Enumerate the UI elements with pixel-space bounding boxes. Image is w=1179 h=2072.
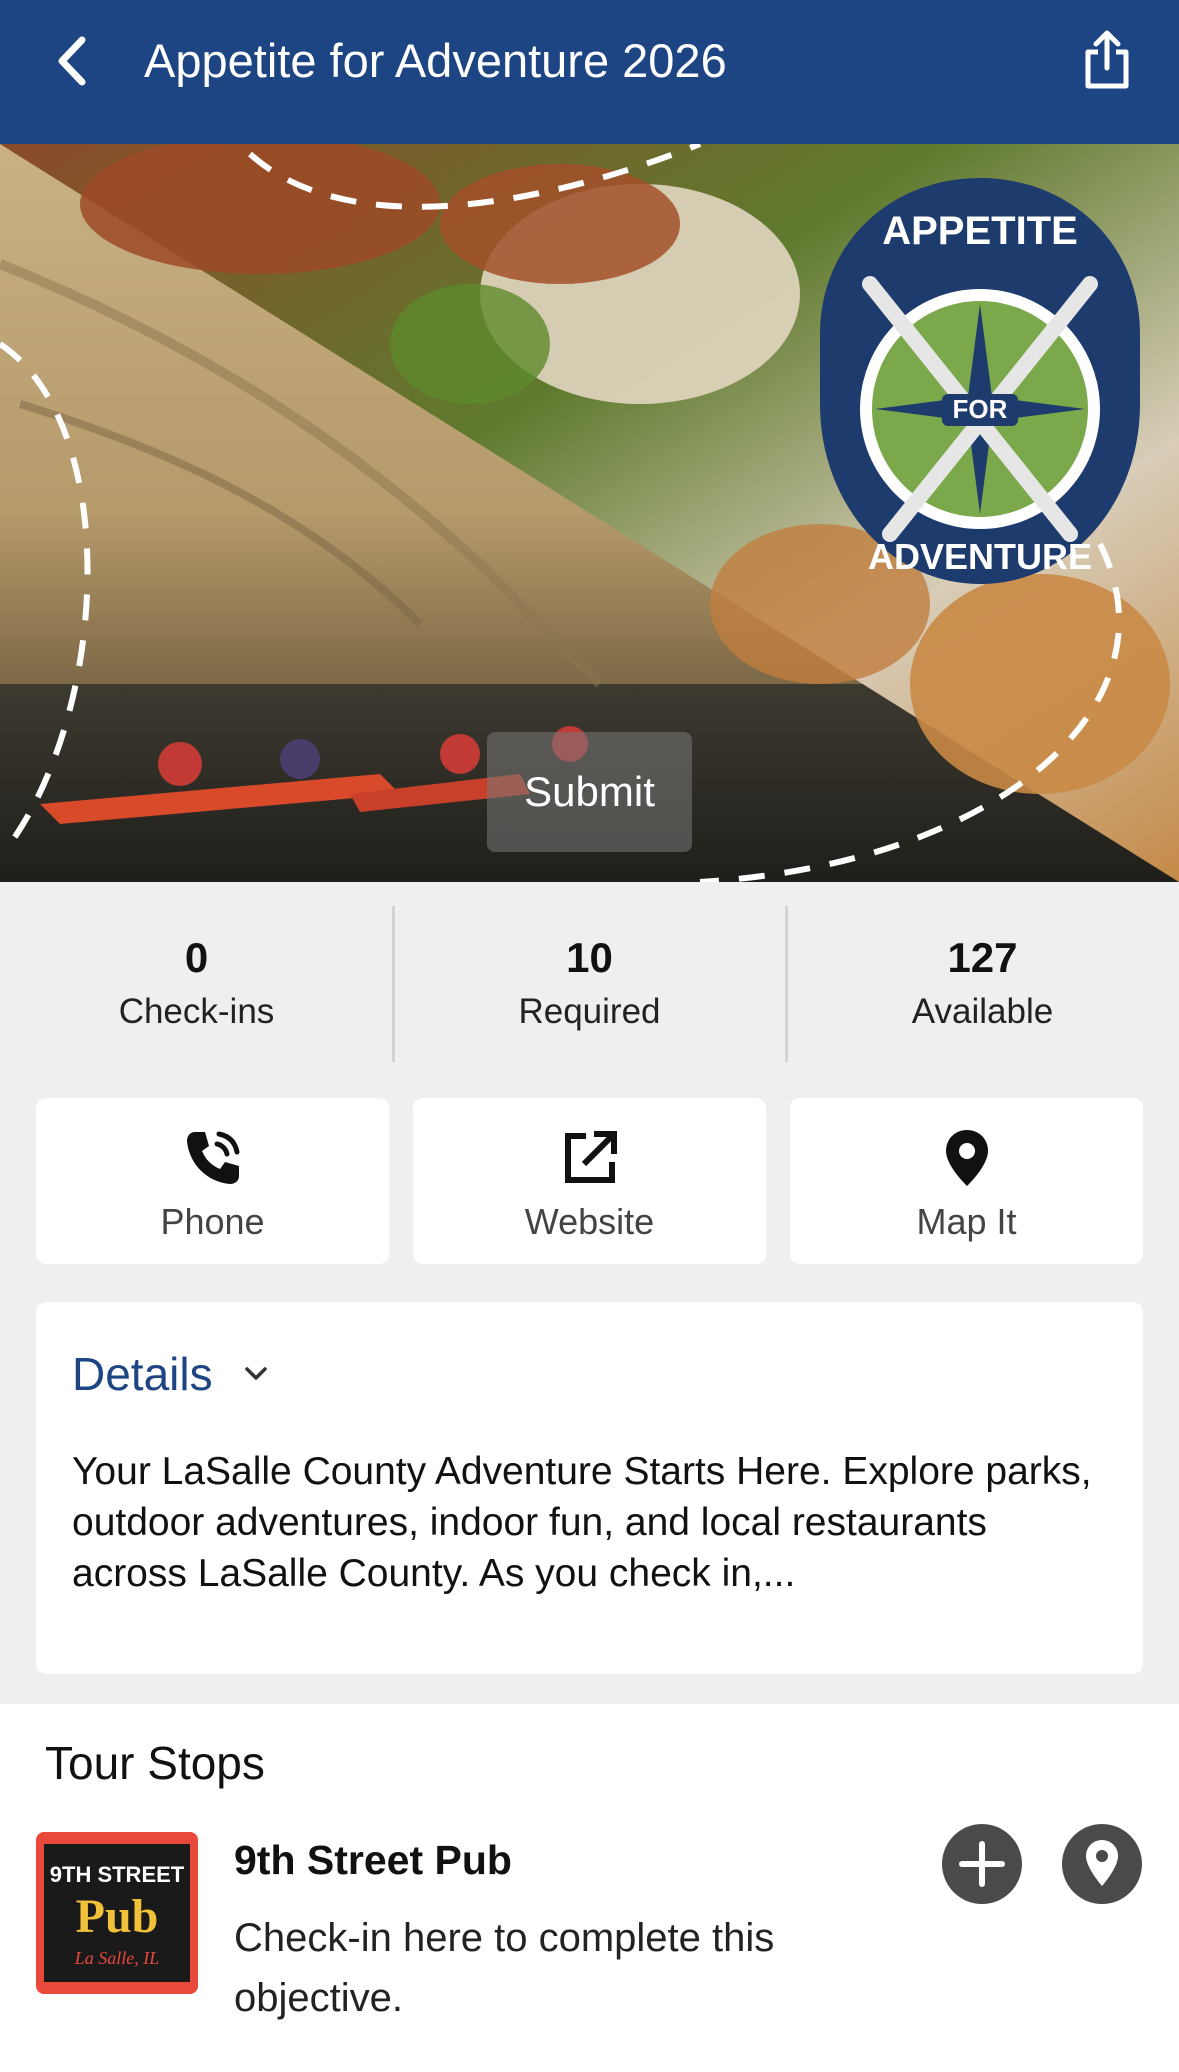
svg-text:9TH STREET: 9TH STREET: [50, 1862, 185, 1887]
appetite-for-adventure-logo: FOR APPETITE ADVENTURE: [820, 178, 1140, 584]
tour-stops-heading: Tour Stops: [45, 1737, 265, 1789]
stat-value: 0: [184, 934, 209, 981]
app-header: Appetite for Adventure 2026: [0, 0, 1179, 144]
chevron-left-icon[interactable]: [48, 30, 98, 92]
stat-check-ins: 0 Check-ins: [0, 882, 393, 1072]
svg-text:Pub: Pub: [76, 1890, 159, 1943]
stat-available: 127 Available: [786, 882, 1179, 1072]
stat-required: 10 Required: [393, 882, 786, 1072]
stat-label: Required: [518, 992, 661, 1031]
svg-text:FOR: FOR: [953, 394, 1008, 424]
svg-text:La Salle, IL: La Salle, IL: [74, 1948, 160, 1968]
plus-icon: [959, 1841, 1005, 1887]
stop-name[interactable]: 9th Street Pub: [234, 1832, 512, 1888]
action-label: Website: [524, 1201, 655, 1242]
phone-button[interactable]: Phone: [36, 1098, 389, 1264]
stat-value: 127: [947, 934, 1018, 981]
stop-map-button[interactable]: [1062, 1824, 1142, 1904]
details-toggle[interactable]: Details: [72, 1346, 271, 1402]
stop-description: Check-in here to complete this objective…: [234, 1916, 775, 2020]
svg-text:ADVENTURE: ADVENTURE: [868, 536, 1092, 577]
details-card: Details Your LaSalle County Adventure St…: [36, 1302, 1143, 1674]
action-buttons: Phone Website Map It: [36, 1098, 1143, 1264]
stat-value: 10: [566, 934, 613, 981]
hero-image: FOR APPETITE ADVENTURE Submit: [0, 144, 1179, 882]
stop-logo[interactable]: 9TH STREET Pub La Salle, IL: [36, 1832, 198, 1994]
action-label: Map It: [916, 1201, 1017, 1242]
website-button[interactable]: Website: [413, 1098, 766, 1264]
stat-label: Check-ins: [118, 992, 275, 1031]
chevron-down-icon: [244, 1367, 267, 1380]
page-title: Appetite for Adventure 2026: [144, 34, 727, 87]
map-pin-icon: [1086, 1840, 1118, 1886]
stat-divider: [392, 906, 395, 1062]
stats-row: 0 Check-ins 10 Required 127 Available: [0, 882, 1179, 1072]
details-text: Your LaSalle County Adventure Starts Her…: [72, 1450, 1092, 1595]
external-link-icon: [564, 1131, 617, 1183]
map-it-button[interactable]: Map It: [790, 1098, 1143, 1264]
stat-label: Available: [911, 992, 1054, 1031]
phone-icon: [186, 1131, 239, 1184]
submit-button[interactable]: Submit: [487, 732, 692, 852]
tour-stops-section: Tour Stops 9TH STREET Pub La Salle, IL 9…: [0, 1704, 1179, 2072]
stat-divider: [785, 906, 788, 1062]
details-heading: Details: [72, 1348, 213, 1400]
svg-text:APPETITE: APPETITE: [882, 209, 1078, 253]
action-label: Phone: [160, 1201, 265, 1242]
map-pin-icon: [945, 1130, 988, 1186]
add-check-in-button[interactable]: [942, 1824, 1022, 1904]
share-icon[interactable]: [1080, 28, 1134, 92]
